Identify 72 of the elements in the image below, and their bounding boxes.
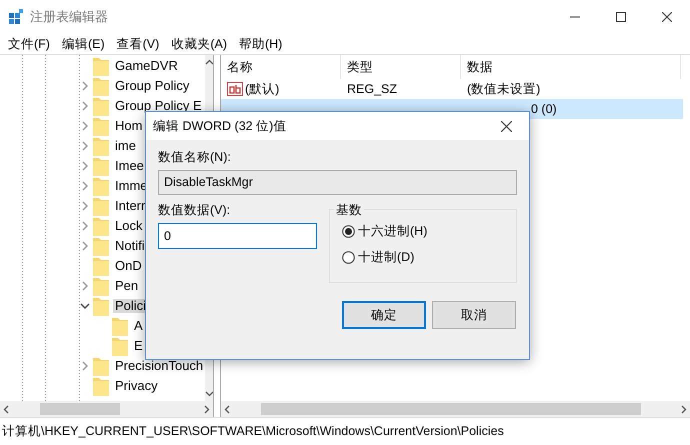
value-data: 0 (0) bbox=[531, 102, 557, 116]
menu-item[interactable]: 帮助(H) bbox=[232, 35, 288, 53]
folder-icon bbox=[93, 136, 109, 156]
tree-item[interactable]: Group Policy bbox=[113, 79, 192, 93]
folder-icon bbox=[93, 156, 109, 176]
menu-item[interactable]: 文件(F) bbox=[2, 35, 56, 53]
tree-item[interactable]: A bbox=[132, 319, 145, 333]
minimize-icon[interactable] bbox=[570, 16, 580, 18]
value-name-field[interactable]: DisableTaskMgr bbox=[158, 170, 517, 195]
folder-icon bbox=[93, 236, 109, 256]
menu-item[interactable]: 编辑(E) bbox=[56, 35, 111, 53]
radio-option[interactable]: 十六进制(H) bbox=[342, 220, 428, 242]
column-header[interactable]: 名称 bbox=[221, 55, 341, 79]
scroll-left-icon[interactable] bbox=[224, 404, 230, 414]
radio-icon[interactable] bbox=[342, 224, 355, 238]
folder-icon bbox=[93, 296, 109, 316]
value-data: (数值未设置) bbox=[467, 82, 540, 96]
tree-item[interactable]: Pen bbox=[113, 279, 140, 293]
scrollbar[interactable] bbox=[221, 401, 690, 417]
folder-icon bbox=[93, 276, 109, 296]
maximize-icon[interactable] bbox=[616, 12, 626, 22]
folder-icon bbox=[112, 336, 128, 356]
folder-icon bbox=[93, 356, 109, 376]
field-label: 数值数据(V): bbox=[158, 202, 232, 220]
tree-item[interactable]: PrecisionTouch bbox=[113, 359, 206, 373]
registry-icon bbox=[8, 9, 24, 25]
tree-item[interactable]: Interr bbox=[113, 199, 148, 213]
folder-icon bbox=[93, 116, 109, 136]
tree-item[interactable]: ime bbox=[113, 139, 138, 153]
menu-item[interactable]: 查看(V) bbox=[110, 35, 166, 53]
tree-item[interactable]: Notifi bbox=[113, 239, 147, 253]
dialog-title: 编辑 DWORD (32 位)值 bbox=[153, 118, 286, 135]
value-data-field[interactable]: 0 bbox=[158, 223, 317, 249]
folder-icon bbox=[93, 76, 109, 96]
radio-option[interactable]: 十进制(D) bbox=[342, 246, 414, 268]
string-value-icon bbox=[227, 82, 243, 96]
dialog-button[interactable]: 确定 bbox=[342, 301, 426, 330]
folder-icon bbox=[93, 176, 109, 196]
scrollbar[interactable] bbox=[0, 401, 213, 417]
radio-icon[interactable] bbox=[342, 250, 355, 264]
scroll-right-icon[interactable] bbox=[681, 404, 687, 414]
column-header[interactable]: 数据 bbox=[461, 55, 681, 79]
folder-icon bbox=[93, 196, 109, 216]
scroll-left-icon[interactable] bbox=[3, 404, 9, 414]
dialog-button[interactable]: 取消 bbox=[432, 301, 516, 330]
scroll-up-icon[interactable] bbox=[205, 59, 213, 65]
tree-item[interactable]: OnD bbox=[113, 259, 144, 273]
tree-item[interactable]: Hom bbox=[113, 119, 144, 133]
close-icon[interactable] bbox=[500, 120, 512, 132]
folder-icon bbox=[93, 216, 109, 236]
folder-icon bbox=[93, 256, 109, 276]
close-icon[interactable] bbox=[662, 12, 672, 22]
value-type: REG_SZ bbox=[347, 82, 398, 96]
list-row[interactable]: (默认) REG_SZ (数值未设置) bbox=[221, 79, 683, 99]
tree-item[interactable]: GameDVR bbox=[113, 59, 180, 73]
tree-item[interactable]: Group Policy E bbox=[113, 99, 204, 113]
window-title: 注册表编辑器 bbox=[30, 8, 108, 26]
folder-icon bbox=[112, 316, 128, 336]
scroll-right-icon[interactable] bbox=[204, 404, 210, 414]
field-label: 数值名称(N): bbox=[158, 149, 232, 166]
folder-icon bbox=[93, 56, 109, 76]
status-bar: 计算机\HKEY_CURRENT_USER\SOFTWARE\Microsoft\Windows\CurrentVersion\Policies bbox=[0, 417, 690, 445]
tree-item[interactable]: Imee bbox=[113, 159, 146, 173]
tree-item[interactable]: Privacy bbox=[113, 379, 160, 393]
value-name: (默认) bbox=[245, 80, 280, 98]
tree-item[interactable]: Lock bbox=[113, 219, 144, 233]
folder-icon bbox=[93, 376, 109, 396]
menu-item[interactable]: 收藏夹(A) bbox=[165, 35, 233, 53]
scroll-down-icon[interactable] bbox=[205, 391, 213, 397]
column-header[interactable]: 类型 bbox=[341, 55, 461, 79]
folder-icon bbox=[93, 96, 109, 116]
tree-item[interactable]: E bbox=[132, 339, 145, 353]
